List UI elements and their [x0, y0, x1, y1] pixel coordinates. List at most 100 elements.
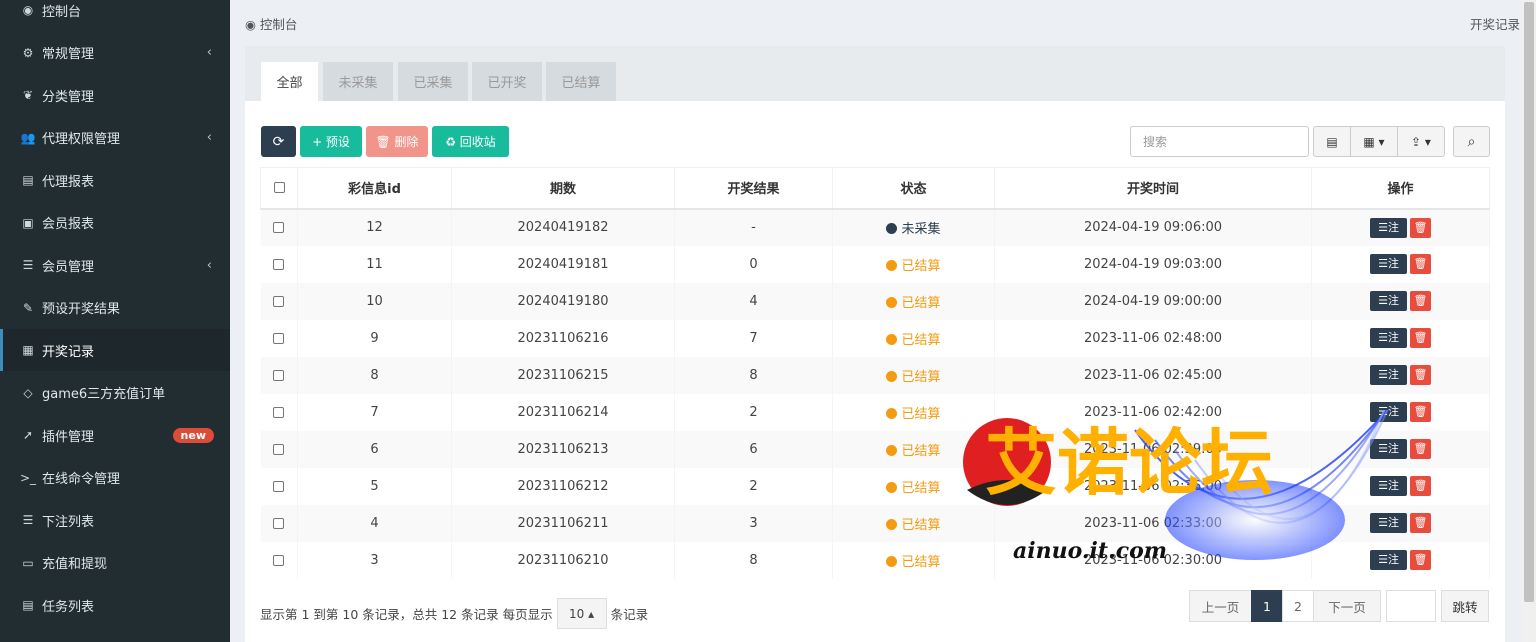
sidebar-item-label: 会员管理	[42, 259, 95, 275]
row-select-cell	[260, 356, 298, 394]
chevron-left-icon: ‹	[206, 45, 212, 60]
row-select-cell	[260, 393, 298, 431]
row-checkbox[interactable]	[273, 222, 285, 233]
sidebar-item[interactable]: ▭ 充值和提现	[0, 542, 230, 584]
cell-id: 3	[297, 541, 452, 579]
sidebar-item[interactable]: ☰ 下注列表	[0, 499, 230, 541]
row-checkbox[interactable]	[273, 480, 285, 492]
recycle-bin-button[interactable]: ♻ 回收站	[432, 126, 509, 157]
watermark-url: ainuo.it.com	[1013, 538, 1167, 564]
row-select-cell	[260, 541, 298, 579]
note-button[interactable]: ☰注	[1370, 328, 1407, 348]
row-checkbox[interactable]	[273, 517, 285, 529]
row-delete-button[interactable]: 🗑	[1410, 291, 1431, 311]
row-checkbox[interactable]	[273, 554, 285, 566]
sidebar-item[interactable]: ❦ 分类管理	[0, 74, 230, 116]
sidebar-item[interactable]: ☰ 会员管理 ‹	[0, 244, 230, 286]
toggle-view-button[interactable]: ▤	[1313, 126, 1351, 157]
row-checkbox[interactable]	[273, 258, 285, 270]
row-checkbox[interactable]	[273, 332, 285, 344]
status-label: 已结算	[901, 369, 941, 385]
row-delete-button[interactable]: 🗑	[1410, 254, 1431, 274]
breadcrumb: ◉ 控制台	[245, 14, 297, 33]
list-icon: ☰	[1378, 294, 1388, 307]
sidebar-item[interactable]: ✎ 预设开奖结果	[0, 287, 230, 329]
cell-time: 2023-11-06 02:48:00	[994, 319, 1312, 357]
cell-period: 20240419180	[451, 282, 675, 320]
list-icon: ☰	[1378, 331, 1388, 344]
table-header-row: 彩信息id 期数 开奖结果 状态 开奖时间 操作	[260, 167, 1490, 210]
tab-not-collected[interactable]: 未采集	[323, 62, 393, 101]
row-delete-button[interactable]: 🗑	[1410, 328, 1431, 348]
row-delete-button[interactable]: 🗑	[1410, 217, 1431, 238]
list-icon: ☰	[22, 258, 34, 272]
column-header-status[interactable]: 状态	[832, 167, 995, 210]
row-select-cell	[260, 282, 298, 320]
sidebar-item[interactable]: ▣ 会员报表	[0, 202, 230, 244]
sidebar-item[interactable]: ▦ 开奖记录	[0, 329, 230, 371]
cell-id: 7	[297, 393, 452, 431]
sidebar-item-label: 代理权限管理	[42, 132, 121, 147]
sidebar-item[interactable]: ▤ 任务列表	[0, 584, 230, 626]
column-header-period[interactable]: 期数	[451, 167, 675, 210]
sidebar-item[interactable]: ➚ 插件管理 new	[0, 414, 230, 456]
tab-drawn[interactable]: 已开奖	[472, 62, 542, 101]
page-size-select[interactable]: 10 ▴	[556, 598, 607, 629]
table-row: 9 20231106216 7 已结算 2023-11-06 02:48:00 ☰注 🗑	[260, 319, 1490, 357]
cell-result: 2	[674, 467, 833, 505]
trash-icon: 🗑	[1413, 331, 1428, 344]
page-scrollbar[interactable]	[1522, 0, 1536, 642]
tab-all[interactable]: 全部	[261, 62, 318, 101]
note-button[interactable]: ☰注	[1370, 365, 1407, 385]
cell-period: 20231106214	[451, 393, 675, 431]
note-button[interactable]: ☰注	[1370, 217, 1407, 238]
cell-period: 20231106216	[451, 319, 675, 357]
cell-id: 9	[297, 319, 452, 357]
cell-id: 12	[297, 208, 452, 246]
row-select-cell	[260, 504, 298, 542]
preset-button[interactable]: + 预设	[300, 126, 362, 157]
scrollbar-thumb[interactable]	[1524, 2, 1534, 602]
tab-settled[interactable]: 已结算	[546, 62, 616, 101]
status-label: 已结算	[901, 295, 941, 311]
columns-dropdown-button[interactable]: ▦ ▾	[1350, 126, 1398, 157]
list-icon: ☰	[22, 513, 34, 527]
search-button[interactable]: ⌕	[1453, 126, 1490, 157]
book-icon: ▤	[22, 173, 34, 187]
status-label: 已结算	[901, 258, 941, 274]
sidebar-item[interactable]: ◉ 控制台	[0, 0, 230, 31]
row-select-cell	[260, 208, 298, 246]
sidebar-item-label: 分类管理	[42, 89, 95, 105]
cell-time: 2024-04-19 09:03:00	[994, 245, 1312, 283]
sidebar-item[interactable]: ▤ 代理报表	[0, 159, 230, 201]
sidebar-item-label: 代理报表	[42, 174, 95, 190]
chevron-left-icon: ‹	[206, 130, 212, 145]
refresh-button[interactable]: ⟳	[261, 126, 296, 157]
sidebar-item[interactable]: 👥 代理权限管理 ‹	[0, 117, 230, 159]
search-input[interactable]	[1130, 126, 1309, 157]
row-checkbox[interactable]	[273, 369, 285, 381]
calendar-check-icon: ▦	[22, 343, 34, 357]
column-header-result[interactable]: 开奖结果	[674, 167, 833, 210]
export-dropdown-button[interactable]: ⇪ ▾	[1397, 126, 1445, 157]
note-label: 注	[1387, 220, 1399, 234]
row-checkbox[interactable]	[273, 295, 285, 307]
sidebar-item[interactable]: >_ 在线命令管理	[0, 457, 230, 499]
row-checkbox[interactable]	[273, 443, 285, 455]
tab-collected[interactable]: 已采集	[398, 62, 468, 101]
select-all-checkbox[interactable]	[273, 182, 285, 194]
row-checkbox[interactable]	[273, 406, 285, 418]
sidebar-item[interactable]: ⚙ 常规管理 ‹	[0, 32, 230, 74]
sidebar-item[interactable]: ◇ game6三方充值订单	[0, 372, 230, 414]
delete-button[interactable]: 🗑 删除	[366, 126, 428, 157]
breadcrumb-home[interactable]: 控制台	[260, 17, 298, 32]
watermark-graphic: 艾诺论坛 ainuo.it.com	[963, 339, 1436, 564]
sidebar-item-label: game6三方充值订单	[42, 387, 166, 402]
column-header-time[interactable]: 开奖时间	[994, 167, 1312, 210]
sidebar-item-label: 控制台	[42, 4, 82, 20]
note-button[interactable]: ☰注	[1370, 254, 1407, 274]
column-header-id[interactable]: 彩信息id	[297, 167, 452, 210]
note-button[interactable]: ☰注	[1370, 291, 1407, 311]
row-delete-button[interactable]: 🗑	[1410, 365, 1431, 385]
cell-period: 20231106215	[451, 356, 675, 394]
